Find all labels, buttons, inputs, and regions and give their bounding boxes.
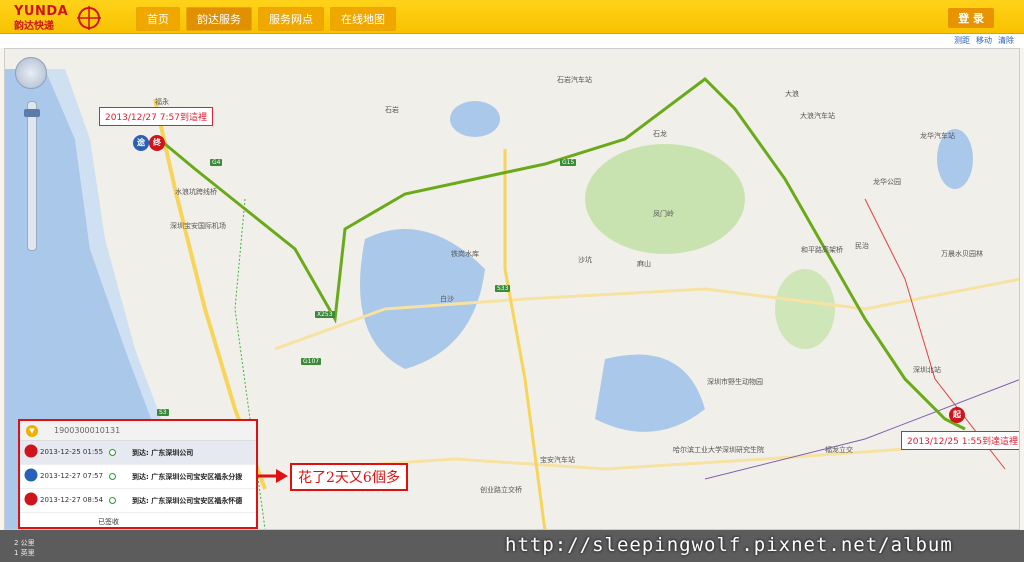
- map-label: 深圳市野生动物园: [707, 378, 763, 386]
- waypoint-marker[interactable]: 途: [133, 135, 149, 155]
- arrow-icon: [258, 469, 288, 483]
- map-label: 创业路立交桥: [480, 486, 522, 494]
- map-scale: 2 公里 1 英里: [14, 538, 35, 558]
- zoom-handle[interactable]: [24, 109, 40, 117]
- map-label: 和平路高架桥: [801, 246, 843, 254]
- road-shield: G15: [560, 159, 577, 166]
- yunda-logo[interactable]: YUNDA 韵达快递: [10, 3, 101, 32]
- road-shield: X253: [315, 311, 335, 318]
- track-time: 2013-12-27 08:54: [40, 496, 104, 504]
- nav-online-map[interactable]: 在线地图: [330, 7, 396, 31]
- panel-header: ▼ 1900300010131: [20, 421, 256, 441]
- track-place: 到达: 广东深圳公司宝安区福永分拨: [132, 473, 243, 481]
- nav-service[interactable]: 韵达服务: [186, 7, 252, 31]
- track-time: 2013-12-27 07:57: [40, 472, 104, 480]
- map-label: 白沙: [440, 295, 454, 303]
- timeline-dot: [109, 497, 116, 504]
- move-tool[interactable]: 移动: [976, 35, 992, 46]
- map-label: 大浪汽车站: [800, 112, 835, 120]
- map-label: 沙坑: [578, 256, 592, 264]
- zoom-slider[interactable]: [27, 101, 37, 251]
- map-label: 深圳宝安国际机场: [170, 222, 226, 230]
- map-label: 麻山: [637, 260, 651, 268]
- track-row[interactable]: 2013-12-27 07:57 到达: 广东深圳公司宝安区福永分拨: [20, 465, 256, 489]
- main-nav: 首页 韵达服务 服务网点 在线地图: [136, 7, 396, 31]
- map-label: 铁岗水库: [451, 250, 479, 258]
- map-label: 福永: [155, 98, 169, 106]
- road-shield: S33: [495, 285, 511, 292]
- collapse-icon[interactable]: ▼: [26, 425, 38, 437]
- map-label: 水浪坑跨线桥: [175, 188, 217, 196]
- track-place: 到达: 广东深圳公司宝安区福永怀德: [132, 497, 243, 505]
- nav-outlets[interactable]: 服务网点: [258, 7, 324, 31]
- map-label: 福龙立交: [825, 446, 853, 454]
- map-label: 深圳北站: [913, 366, 941, 374]
- tracking-number: 1900300010131: [54, 426, 121, 435]
- timeline-dot: [109, 473, 116, 480]
- pan-control[interactable]: [15, 57, 47, 89]
- scale-km: 2 公里: [14, 539, 35, 547]
- site-header: YUNDA 韵达快递 首页 韵达服务 服务网点 在线地图 登 录: [0, 0, 1024, 34]
- start-marker[interactable]: 起: [949, 407, 965, 427]
- nav-home[interactable]: 首页: [136, 7, 180, 31]
- logo-text-cn: 韵达快递: [14, 21, 54, 32]
- map-label: 民治: [855, 242, 869, 250]
- map-label: 万晨水贝园林: [941, 250, 983, 258]
- track-row[interactable]: 2013-12-27 08:54 到达: 广东深圳公司宝安区福永怀德: [20, 489, 256, 513]
- waypoint-pin-icon: [24, 468, 38, 482]
- origin-callout: 2013/12/25 1:55到達這裡: [901, 431, 1019, 450]
- map-label: 宝安汽车站: [540, 456, 575, 464]
- login-button[interactable]: 登 录: [948, 8, 994, 28]
- map-label: 石龙: [653, 130, 667, 138]
- map-toolbar: 测距 移动 清除: [0, 34, 1024, 48]
- end-pin-icon: [24, 492, 38, 506]
- clear-tool[interactable]: 清除: [998, 35, 1014, 46]
- watermark: http://sleepingwolf.pixnet.net/album: [505, 534, 953, 556]
- scale-mi: 1 英里: [14, 549, 35, 557]
- map-label: 哈尔滨工业大学深圳研究生院: [673, 446, 764, 454]
- map-label: 龙华汽车站: [920, 132, 955, 140]
- track-time: 2013-12-25 01:55: [40, 448, 104, 456]
- map-label: 石岩汽车站: [557, 76, 592, 84]
- map-label: 凤门岭: [653, 210, 674, 218]
- road-shield: G107: [301, 358, 322, 365]
- origin-pin-icon: [24, 444, 38, 458]
- park-area: [585, 144, 745, 254]
- track-row[interactable]: 2013-12-25 01:55 到达: 广东深圳公司: [20, 441, 256, 465]
- timeline-dot: [109, 449, 116, 456]
- end-marker[interactable]: 终: [149, 135, 165, 155]
- track-place: 到达: 广东深圳公司: [132, 449, 194, 457]
- status-signed: 已签收: [98, 518, 119, 526]
- road-shield: G4: [210, 159, 223, 166]
- road-shield: S3: [157, 409, 169, 416]
- map-label: 石岩: [385, 106, 399, 114]
- reservoir-xili: [595, 354, 705, 432]
- logo-compass-icon: [77, 6, 101, 30]
- measure-tool[interactable]: 测距: [954, 35, 970, 46]
- destination-callout: 2013/12/27 7:57到這裡: [99, 107, 213, 126]
- map-label: 龙华公园: [873, 178, 901, 186]
- annotation-box: 花了2天又6個多: [290, 463, 408, 491]
- tracking-panel: ▼ 1900300010131 2013-12-25 01:55 到达: 广东深…: [18, 419, 258, 529]
- map-label: 大浪: [785, 90, 799, 98]
